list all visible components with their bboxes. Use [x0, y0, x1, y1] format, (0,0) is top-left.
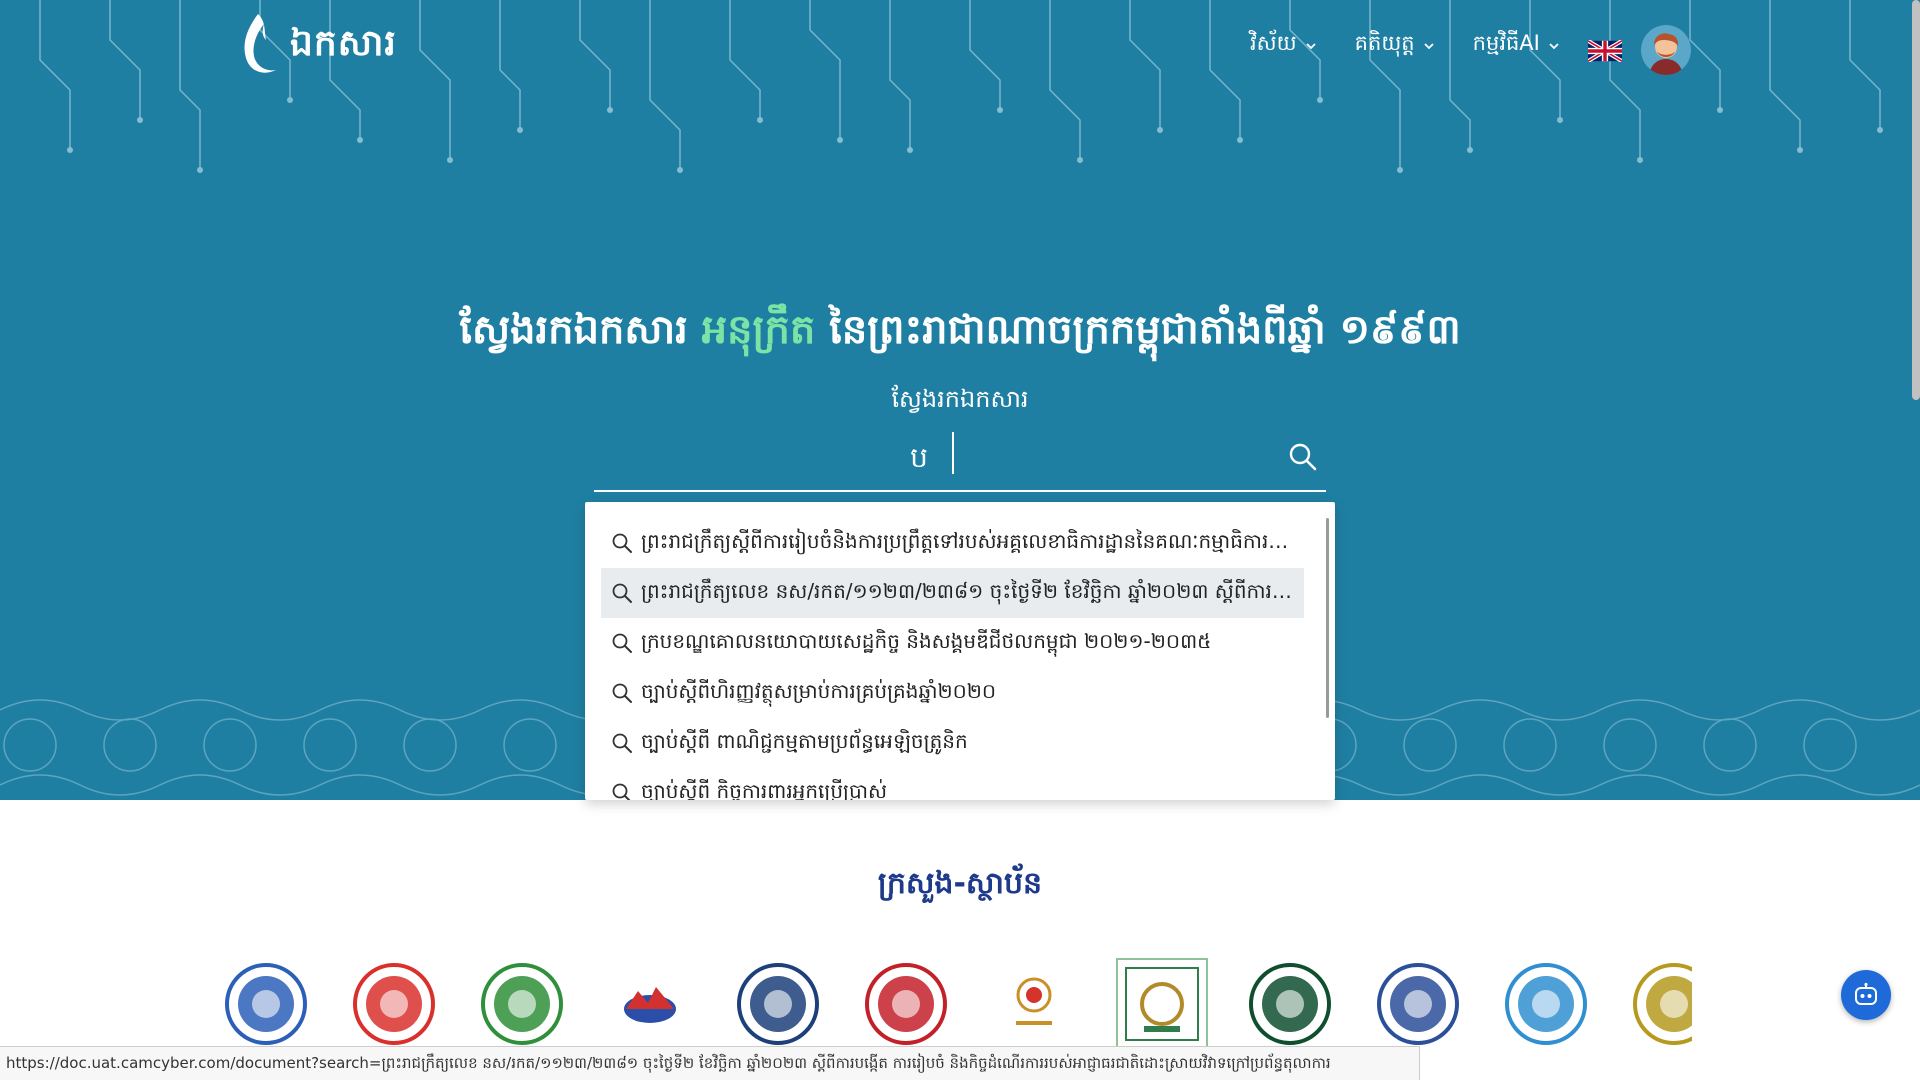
- nav-menu: វិស័យ គតិយុត្ត កម្មវិធីAI: [1250, 30, 1598, 61]
- institution-logo[interactable]: [1116, 958, 1208, 1050]
- institution-logo[interactable]: [1502, 960, 1590, 1048]
- uk-flag-icon[interactable]: [1588, 40, 1622, 62]
- hero-title-highlight: អនុក្រឹត: [701, 307, 816, 353]
- search-icon: [612, 733, 632, 753]
- institution-logo[interactable]: [478, 960, 566, 1048]
- institutions-logo-strip: [222, 956, 1692, 1052]
- suggestion-item[interactable]: ព្រះរាជក្រឹត្យលេខ នស/រកត/១១២៣/២៣៨១ ចុះថ្…: [601, 568, 1304, 618]
- suggestion-item[interactable]: ក្របខណ្ឌគោលនយោបាយសេដ្ឋកិច្ច និងសង្គមឌីជី…: [601, 618, 1304, 668]
- nav-item-sector[interactable]: វិស័យ: [1250, 30, 1317, 61]
- chevron-down-icon: [1424, 42, 1434, 49]
- ministry-seal-icon: [1377, 963, 1459, 1045]
- suggestions-list: ព្រះរាជក្រឹត្យស្តីពីការរៀបចំនិងការប្រព្រ…: [601, 518, 1304, 800]
- logo-mark-icon: [244, 14, 276, 73]
- institution-logo[interactable]: [1630, 960, 1692, 1048]
- chevron-down-icon: [1306, 42, 1316, 49]
- brand-logo[interactable]: ឯកសារ: [236, 10, 397, 82]
- logo-text: ឯកសារ: [290, 22, 397, 64]
- suggestion-text: ក្របខណ្ឌគោលនយោបាយសេដ្ឋកិច្ច និងសង្គមឌីជី…: [641, 629, 1212, 653]
- search-icon: [612, 633, 632, 653]
- search-icon: [612, 533, 632, 553]
- search-icon: [612, 583, 632, 603]
- hero-title-part1: ស្វែងរកឯកសារ: [459, 307, 702, 353]
- institution-logo[interactable]: [350, 960, 438, 1048]
- suggestion-text: ព្រះរាជក្រឹត្យស្តីពីការរៀបចំនិងការប្រព្រ…: [641, 529, 1294, 553]
- chatbot-button[interactable]: [1841, 970, 1891, 1020]
- institution-logo[interactable]: [990, 960, 1078, 1048]
- search-label: ស្វែងរកឯកសារ: [891, 385, 1029, 413]
- suggestion-item[interactable]: ច្បាប់ស្តីពី ពាណិជ្ជកម្មតាមប្រព័ន្ធអេឡិច…: [601, 718, 1304, 768]
- suggestion-item[interactable]: ច្បាប់ស្តីពីហិរញ្ញវត្ថុសម្រាប់ការគ្រប់គ្…: [601, 668, 1304, 718]
- search-bar: [594, 430, 1326, 492]
- nav-item-label: វិស័យ: [1250, 31, 1297, 55]
- robot-icon: [1855, 982, 1877, 1005]
- chevron-down-icon: [1549, 42, 1559, 49]
- ministry-seal-icon: [1249, 963, 1331, 1045]
- search-icon: [612, 783, 631, 800]
- search-suggestions-dropdown: ព្រះរាជក្រឹត្យស្តីពីការរៀបចំនិងការប្រព្រ…: [585, 502, 1335, 800]
- ministry-seal-icon: [481, 963, 563, 1045]
- agency-emblem-icon: [624, 987, 676, 1023]
- user-avatar-icon: [1641, 25, 1691, 75]
- suggestion-text: ច្បាប់ស្តីពី ពាណិជ្ជកម្មតាមប្រព័ន្ធអេឡិច…: [641, 729, 968, 753]
- ministry-seal-icon: [865, 963, 947, 1045]
- ministry-seal-icon: [737, 963, 819, 1045]
- green-framed-emblem-icon: [1125, 967, 1199, 1041]
- nav-item-legal[interactable]: គតិយុត្ត: [1355, 30, 1435, 61]
- suggestion-text: ច្បាប់ស្តីពីហិរញ្ញវត្ថុសម្រាប់ការគ្រប់គ្…: [641, 679, 997, 703]
- search-input[interactable]: [594, 430, 1244, 490]
- hero-title-part2: នៃព្រះរាជាណាចក្រកម្ពុជាតាំងពីឆ្នាំ ១៩៩៣: [815, 307, 1461, 353]
- hero-title: ស្វែងរកឯកសារ អនុក្រឹត នៃព្រះរាជាណាចក្រកម…: [0, 304, 1920, 363]
- institution-logo[interactable]: [734, 960, 822, 1048]
- dropdown-scrollbar[interactable]: [1326, 518, 1329, 718]
- top-navbar: ឯកសារ វិស័យ គតិយុត្ត កម្មវិធីAI: [0, 0, 1920, 100]
- gold-emblem-icon: [1016, 977, 1052, 1025]
- institution-logo[interactable]: [606, 960, 694, 1048]
- text-caret: [952, 432, 954, 474]
- nav-item-label: កម្មវិធីAI: [1472, 31, 1540, 55]
- suggestion-text: ព្រះរាជក្រឹត្យលេខ នស/រកត/១១២៣/២៣៨១ ចុះថ្…: [641, 579, 1294, 603]
- page-scrollbar[interactable]: [1912, 0, 1920, 400]
- nav-item-ai-app[interactable]: កម្មវិធីAI: [1473, 30, 1560, 61]
- nav-item-label: គតិយុត្ត: [1354, 31, 1415, 55]
- search-icon: [612, 683, 632, 703]
- institution-logo[interactable]: [222, 960, 310, 1048]
- suggestion-item[interactable]: ព្រះរាជក្រឹត្យស្តីពីការរៀបចំនិងការប្រព្រ…: [601, 518, 1304, 568]
- ministry-seal-icon: [225, 963, 307, 1045]
- suggestion-text: ច្បាប់ស្តីពី កិច្ចការពារអ្នកប្រើប្រាស់: [641, 779, 888, 800]
- institutions-title: ក្រសួង-ស្ថាប័ន: [877, 866, 1043, 901]
- ministry-seal-icon: [1633, 963, 1692, 1045]
- user-avatar[interactable]: [1641, 25, 1691, 75]
- ministry-seal-icon: [353, 963, 435, 1045]
- search-icon[interactable]: [1288, 442, 1318, 472]
- ministry-seal-icon: [1505, 963, 1587, 1045]
- institution-logo[interactable]: [1374, 960, 1462, 1048]
- institution-logo[interactable]: [1246, 960, 1334, 1048]
- browser-status-url: https://doc.uat.camcyber.com/document?se…: [0, 1046, 1420, 1080]
- institution-logo[interactable]: [862, 960, 950, 1048]
- suggestion-item[interactable]: ច្បាប់ស្តីពី កិច្ចការពារអ្នកប្រើប្រាស់: [601, 768, 1304, 800]
